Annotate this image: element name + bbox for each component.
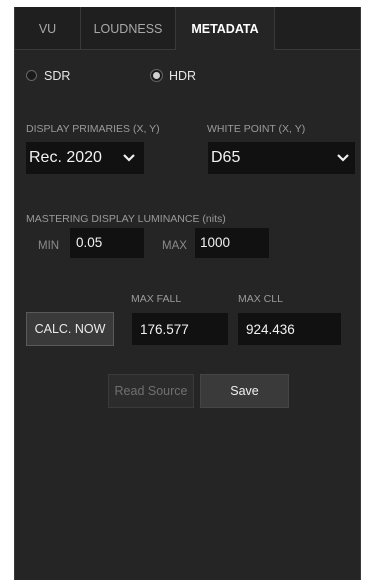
radio-sdr-indicator[interactable] [26, 70, 37, 81]
tab-vu[interactable]: VU [15, 7, 81, 49]
white-point-value: D65 [211, 149, 241, 166]
min-luminance-value: 0.05 [76, 235, 103, 250]
display-primaries-label: DISPLAY PRIMARIES (X, Y) [26, 123, 160, 135]
max-cll-value: 924.436 [246, 322, 295, 337]
radio-sdr-label: SDR [44, 69, 71, 83]
tab-bar: VU LOUDNESS METADATA [15, 7, 360, 50]
chevron-down-icon[interactable] [122, 149, 136, 165]
tab-loudness[interactable]: LOUDNESS [81, 7, 176, 49]
max-cll-field[interactable]: 924.436 [238, 313, 341, 345]
metadata-panel: VU LOUDNESS METADATA SDR HDR DISPLAY PRI… [14, 7, 361, 580]
read-source-button[interactable]: Read Source [108, 374, 194, 408]
radio-hdr-label: HDR [169, 69, 197, 83]
max-fall-value: 176.577 [140, 322, 189, 337]
min-label: MIN [38, 240, 60, 252]
chevron-down-icon[interactable] [336, 149, 350, 165]
display-primaries-select[interactable]: Rec. 2020 [26, 142, 144, 174]
max-fall-field[interactable]: 176.577 [132, 313, 228, 345]
radio-sdr[interactable]: SDR [26, 69, 86, 85]
save-button[interactable]: Save [200, 374, 289, 408]
tab-metadata[interactable]: METADATA [175, 7, 275, 50]
radio-hdr-indicator[interactable] [151, 70, 162, 81]
mastering-luminance-label: MASTERING DISPLAY LUMINANCE (nits) [26, 213, 226, 225]
white-point-select[interactable]: D65 [208, 142, 355, 174]
display-primaries-value: Rec. 2020 [29, 149, 102, 166]
radio-hdr[interactable]: HDR [151, 69, 211, 85]
max-cll-label: MAX CLL [238, 293, 283, 305]
max-luminance-input[interactable]: 1000 [195, 228, 269, 258]
max-label: MAX [162, 240, 187, 252]
min-luminance-input[interactable]: 0.05 [70, 228, 144, 258]
white-point-label: WHITE POINT (X, Y) [207, 123, 306, 135]
max-fall-label: MAX FALL [131, 293, 182, 305]
calc-now-button[interactable]: CALC. NOW [26, 312, 114, 346]
max-luminance-value: 1000 [200, 235, 231, 250]
